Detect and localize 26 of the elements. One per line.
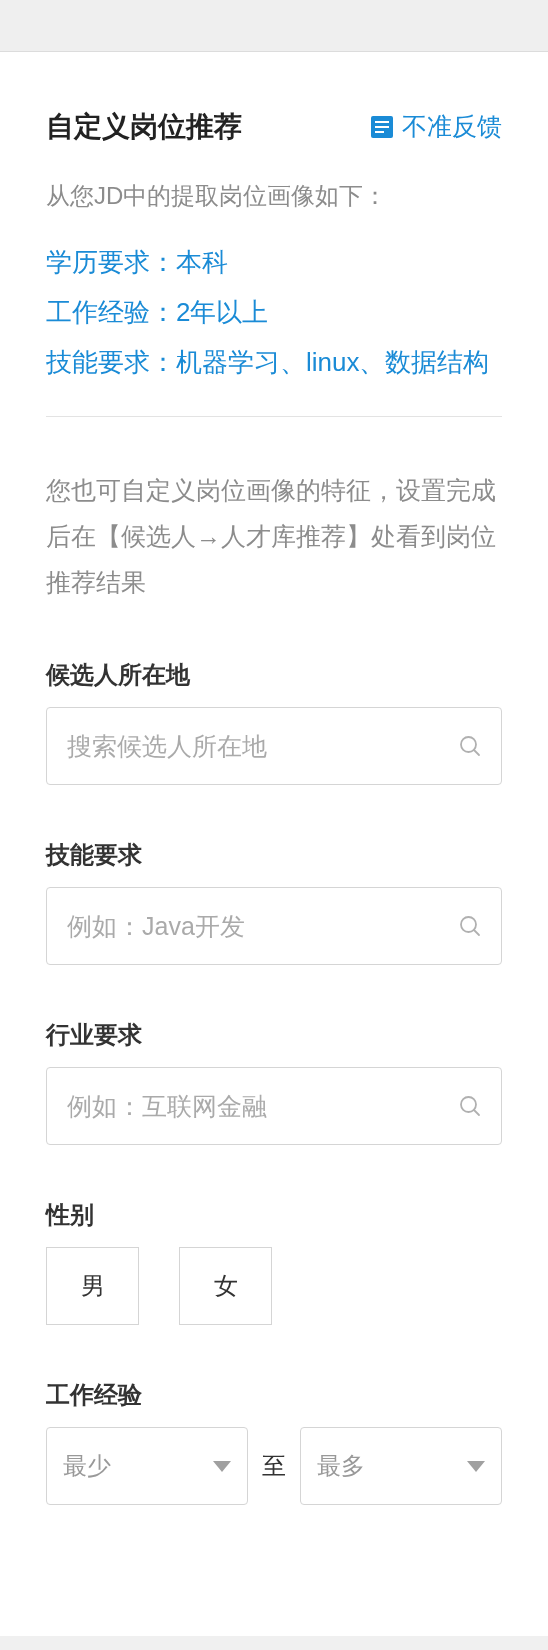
feedback-link[interactable]: 不准反馈 [370, 108, 502, 146]
max-select[interactable]: 最多 [300, 1427, 502, 1505]
search-icon [458, 1094, 482, 1118]
page-title: 自定义岗位推荐 [46, 110, 242, 144]
profile-line: 学历要求：本科 [46, 246, 229, 279]
range-separator: 至 [262, 1451, 286, 1481]
field-label: 候选人所在地 [46, 660, 191, 690]
field-label: 技能要求 [46, 840, 143, 870]
field-label: 行业要求 [46, 1020, 143, 1050]
gender-option[interactable]: 女 [179, 1247, 272, 1325]
note-icon [370, 115, 394, 139]
search-field[interactable]: 例如：互联网金融 [46, 1067, 502, 1145]
intro-text: 从您JD中的提取岗位画像如下： [46, 181, 389, 211]
profile-line: 技能要求：机器学习、linux、数据结构 [46, 346, 491, 379]
profile-line: 工作经验：2年以上 [46, 296, 270, 329]
field-label: 工作经验 [46, 1380, 143, 1410]
search-icon [458, 914, 482, 938]
caret-icon [467, 1460, 485, 1472]
gender-option[interactable]: 男 [46, 1247, 139, 1325]
search-icon [458, 734, 482, 758]
search-field[interactable]: 搜索候选人所在地 [46, 707, 502, 785]
field-label: 性别 [46, 1200, 95, 1230]
hint-text: 您也可自定义岗位画像的特征，设置完成后在【候选人→人才库推荐】处看到岗位推荐结果 [46, 475, 497, 598]
min-select[interactable]: 最少 [46, 1427, 248, 1505]
search-field[interactable]: 例如：Java开发 [46, 887, 502, 965]
caret-icon [213, 1460, 231, 1472]
